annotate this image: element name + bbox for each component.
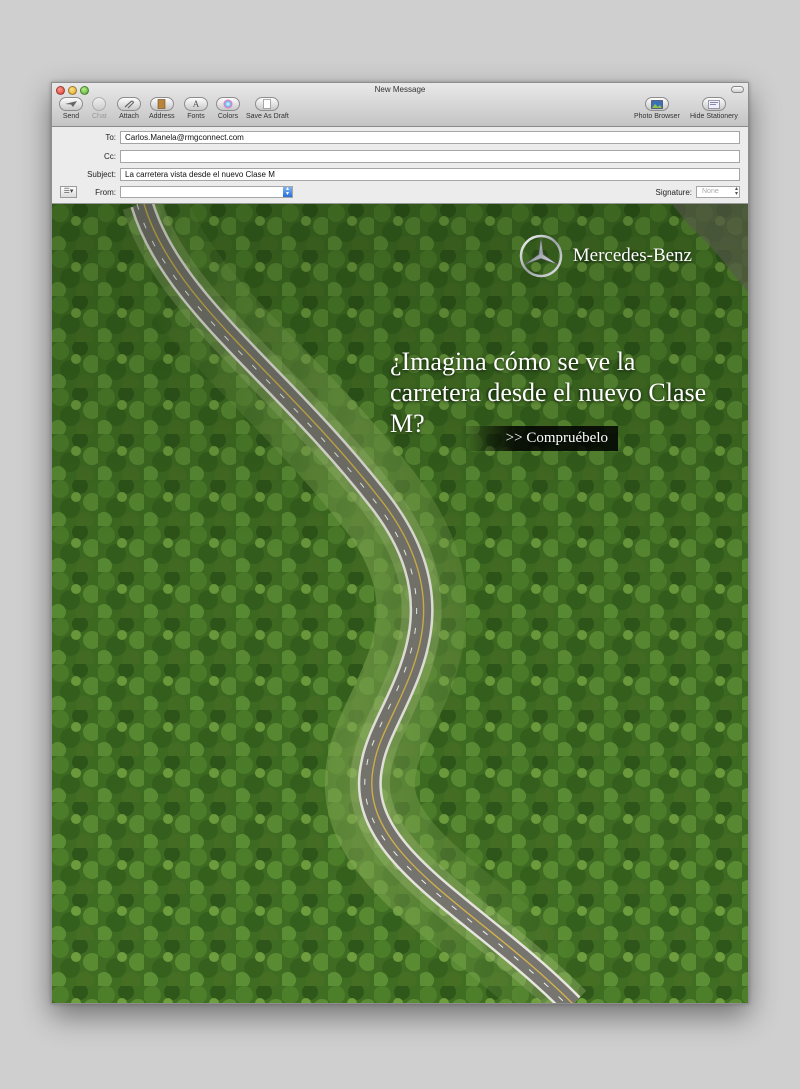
chat-label: Chat (92, 113, 107, 120)
from-select[interactable]: ▴ ▾ (120, 186, 293, 198)
photo-browser-icon (644, 97, 669, 111)
chat-bubble-icon (92, 97, 107, 111)
toolbar: New Message Send Chat Attach Address A F… (52, 83, 748, 127)
paperclip-icon (117, 97, 141, 111)
attach-label: Attach (119, 113, 139, 120)
message-header: To: Carlos.Manela@rmgconnect.com Cc: Sub… (52, 127, 748, 204)
color-wheel-icon (216, 97, 240, 111)
draft-document-icon (255, 97, 280, 111)
toolbar-toggle-button[interactable] (731, 86, 744, 93)
send-icon (59, 97, 83, 111)
send-label: Send (62, 113, 80, 120)
cc-label: Cc: (104, 152, 116, 161)
message-body[interactable]: Mercedes-Benz ¿Imagina cómo se ve la car… (52, 204, 748, 1003)
signature-select[interactable]: None ▴ ▾ (696, 186, 740, 198)
send-button[interactable]: Send (59, 97, 83, 120)
photo-browser-button[interactable]: Photo Browser (634, 97, 680, 120)
font-icon: A (184, 97, 208, 111)
brand-name: Mercedes-Benz (572, 245, 692, 266)
photo-browser-label: Photo Browser (634, 113, 680, 120)
fonts-label: Fonts (187, 113, 205, 120)
cc-field[interactable] (120, 150, 740, 163)
from-label: From: (95, 188, 116, 197)
colors-label: Colors (217, 113, 239, 120)
save-as-draft-label: Save As Draft (246, 113, 289, 120)
signature-value: None (702, 188, 719, 195)
address-book-icon (149, 97, 174, 111)
mail-compose-window: New Message Send Chat Attach Address A F… (51, 82, 749, 1004)
select-arrows-icon: ▴ ▾ (734, 186, 738, 197)
mercedes-star-icon (519, 234, 563, 278)
colors-button[interactable]: Colors (216, 97, 240, 120)
address-label: Address (149, 113, 175, 120)
check-it-out-link[interactable]: >> Compruébelo (460, 426, 618, 451)
chat-button[interactable]: Chat (92, 97, 107, 120)
mercedes-benz-logo[interactable]: Mercedes-Benz (519, 234, 692, 278)
signature-label: Signature: (655, 188, 692, 197)
fonts-button[interactable]: A Fonts (184, 97, 208, 120)
hide-stationery-button[interactable]: Hide Stationery (690, 97, 738, 120)
to-field[interactable]: Carlos.Manela@rmgconnect.com (120, 131, 740, 144)
to-label: To: (105, 133, 116, 142)
select-arrows-icon: ▴ ▾ (283, 186, 292, 197)
stationery-icon (701, 97, 726, 111)
subject-label: Subject: (87, 170, 116, 179)
save-as-draft-button[interactable]: Save As Draft (246, 97, 289, 120)
window-title: New Message (374, 85, 426, 94)
hide-stationery-label: Hide Stationery (690, 113, 738, 120)
forest-road-photo (52, 204, 748, 1003)
attach-button[interactable]: Attach (117, 97, 141, 120)
address-button[interactable]: Address (149, 97, 175, 120)
subject-field[interactable]: La carretera vista desde el nuevo Clase … (120, 168, 740, 181)
